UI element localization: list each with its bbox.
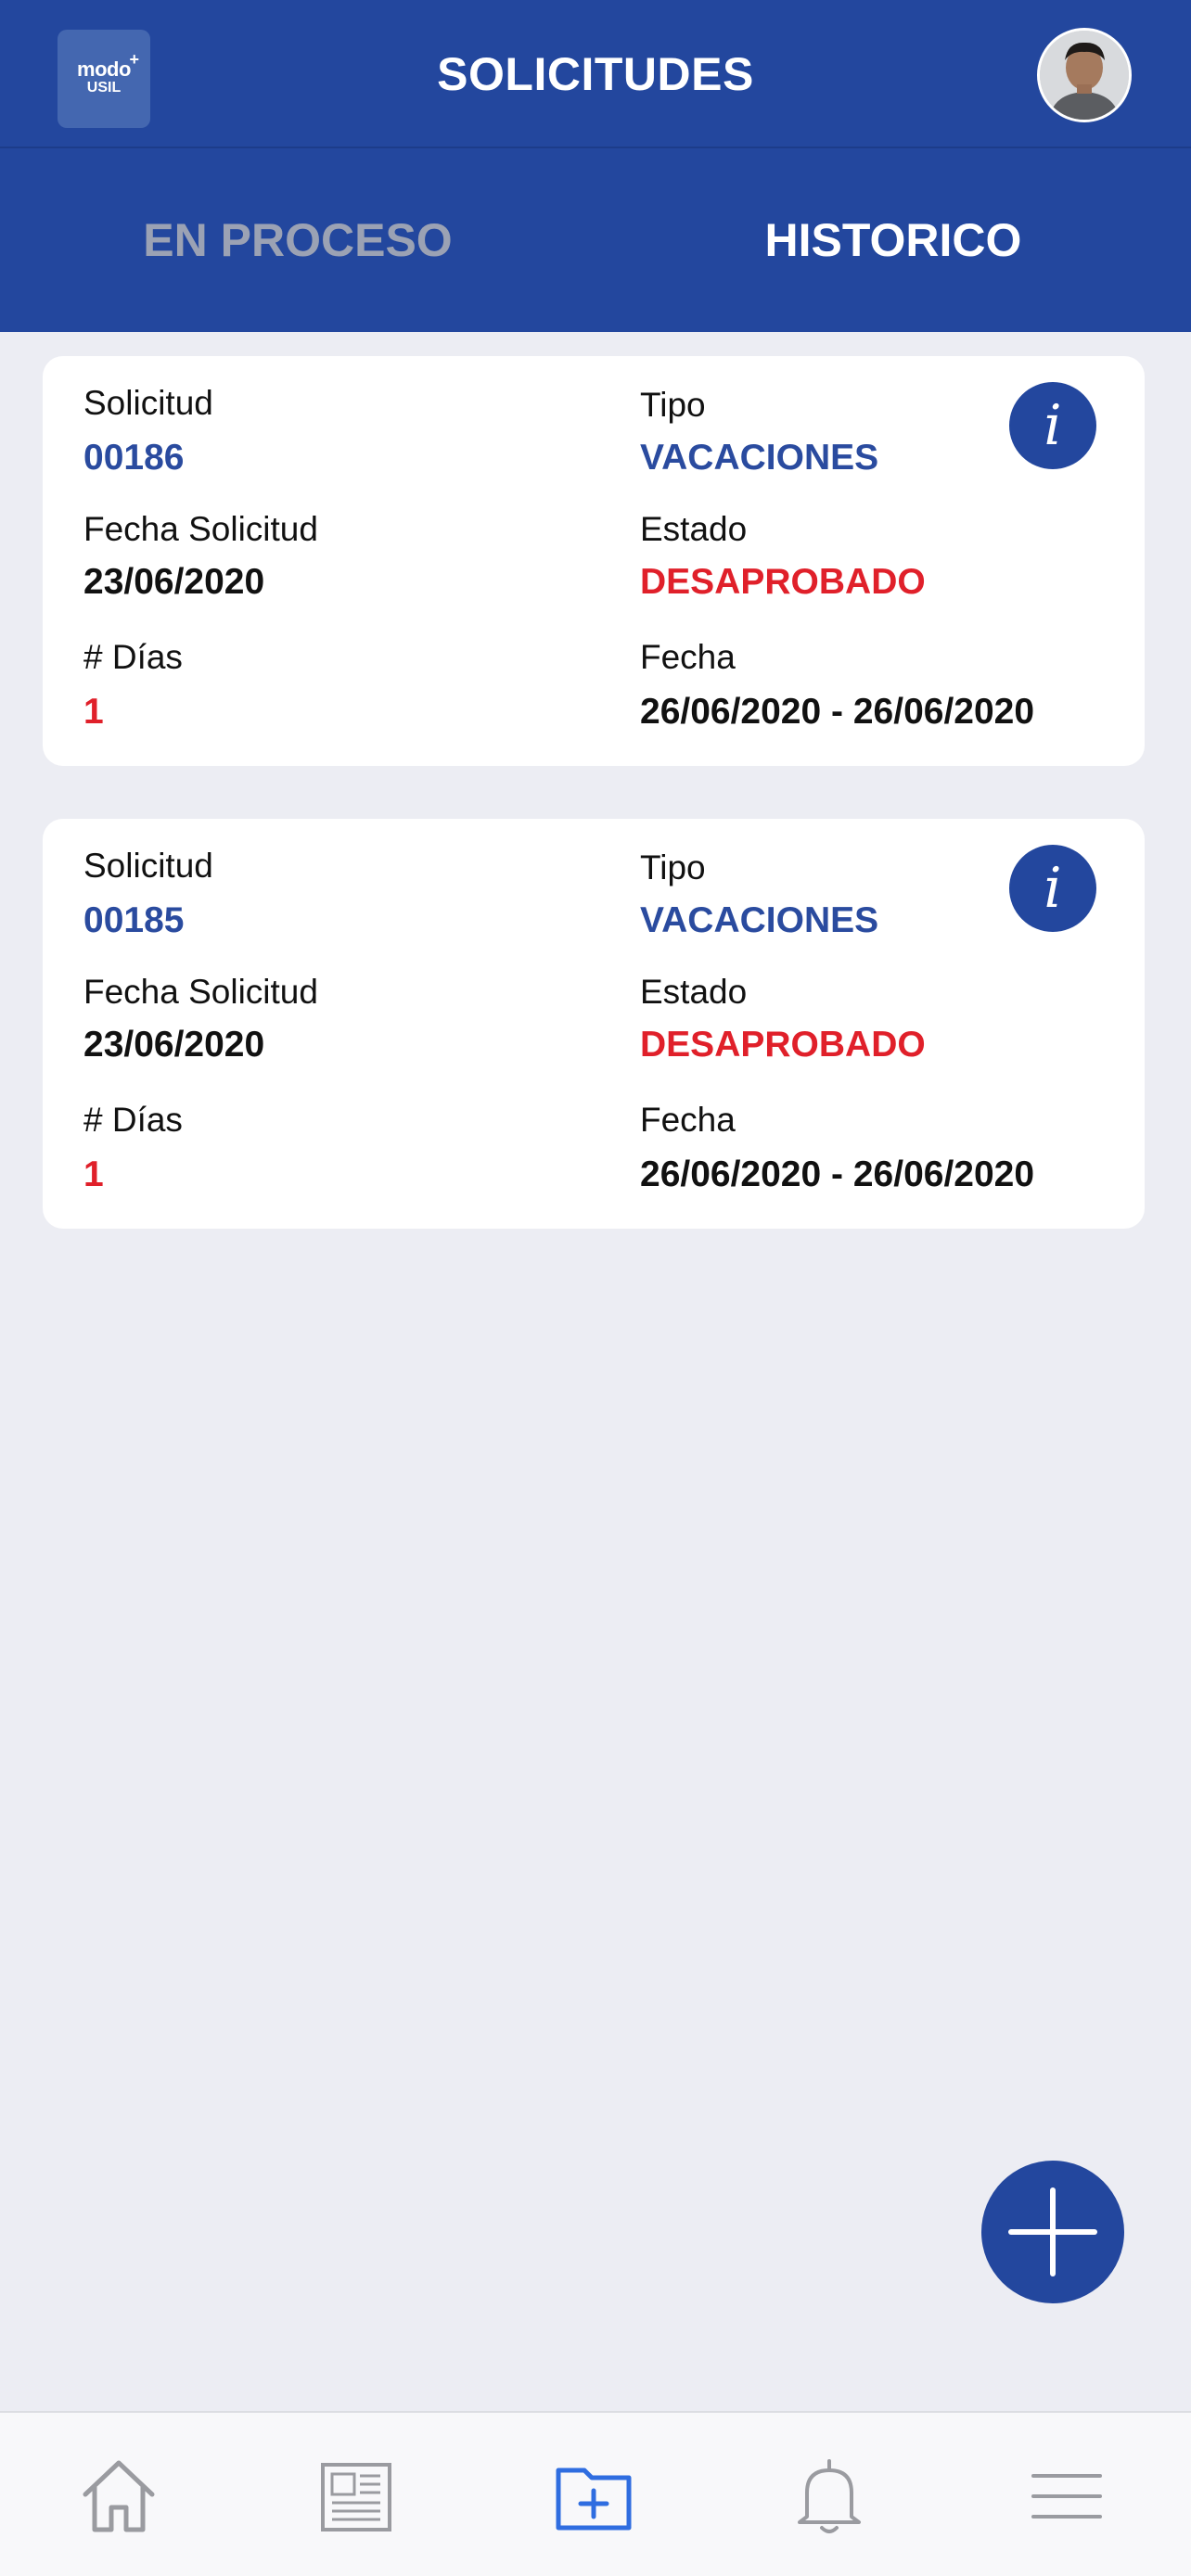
nav-requests[interactable] bbox=[547, 2450, 640, 2543]
dias-label: # Días bbox=[83, 1101, 183, 1139]
bottom-nav bbox=[0, 2411, 1191, 2576]
estado-label: Estado bbox=[640, 973, 748, 1011]
fecha-range: 26/06/2020 - 26/06/2020 bbox=[640, 692, 1035, 732]
dias-value: 1 bbox=[83, 692, 104, 732]
fecha-solicitud-label: Fecha Solicitud bbox=[83, 973, 318, 1011]
tab-historico[interactable]: HISTORICO bbox=[596, 148, 1191, 332]
solicitud-number: 00185 bbox=[83, 900, 185, 940]
estado-value: DESAPROBADO bbox=[640, 562, 926, 602]
tipo-label: Tipo bbox=[640, 386, 706, 424]
fecha-label: Fecha bbox=[640, 638, 736, 676]
top-bar: SOLICITUDES modo + USIL bbox=[0, 0, 1191, 148]
estado-value: DESAPROBADO bbox=[640, 1025, 926, 1065]
tipo-value: VACACIONES bbox=[640, 900, 879, 940]
fecha-label: Fecha bbox=[640, 1101, 736, 1139]
logo-plus: + bbox=[129, 50, 139, 69]
fecha-solicitud-value: 23/06/2020 bbox=[83, 1025, 265, 1065]
plus-icon bbox=[1008, 2187, 1097, 2276]
dias-label: # Días bbox=[83, 638, 183, 676]
nav-menu[interactable] bbox=[1020, 2450, 1113, 2543]
dias-value: 1 bbox=[83, 1154, 104, 1194]
header: SOLICITUDES modo + USIL EN PROCESO HISTO… bbox=[0, 0, 1191, 332]
user-avatar[interactable] bbox=[1037, 28, 1132, 122]
info-icon[interactable]: i bbox=[1009, 845, 1096, 932]
request-card[interactable]: Solicitud 00186 Tipo VACACIONES Fecha So… bbox=[43, 356, 1145, 766]
page-title: SOLICITUDES bbox=[437, 48, 754, 100]
fecha-solicitud-value: 23/06/2020 bbox=[83, 562, 265, 602]
add-request-button[interactable] bbox=[981, 2161, 1124, 2303]
nav-news[interactable] bbox=[310, 2450, 403, 2543]
avatar-icon bbox=[1040, 31, 1129, 120]
solicitud-label: Solicitud bbox=[83, 384, 213, 422]
info-icon[interactable]: i bbox=[1009, 382, 1096, 469]
tab-en-proceso[interactable]: EN PROCESO bbox=[0, 148, 596, 332]
menu-icon bbox=[1031, 2474, 1102, 2519]
logo-subtext: USIL bbox=[86, 80, 122, 96]
bell-icon bbox=[798, 2459, 861, 2533]
newspaper-icon bbox=[321, 2463, 391, 2531]
fecha-solicitud-label: Fecha Solicitud bbox=[83, 510, 318, 548]
estado-label: Estado bbox=[640, 510, 748, 548]
request-card[interactable]: Solicitud 00185 Tipo VACACIONES Fecha So… bbox=[43, 819, 1145, 1229]
nav-notifications[interactable] bbox=[783, 2450, 876, 2543]
tipo-value: VACACIONES bbox=[640, 438, 879, 478]
solicitud-label: Solicitud bbox=[83, 847, 213, 885]
nav-home[interactable] bbox=[72, 2450, 165, 2543]
home-icon bbox=[83, 2460, 155, 2532]
solicitud-number: 00186 bbox=[83, 438, 185, 478]
tab-bar: EN PROCESO HISTORICO bbox=[0, 148, 1191, 332]
folder-plus-icon bbox=[556, 2468, 632, 2531]
app-screen: SOLICITUDES modo + USIL EN PROCESO HISTO… bbox=[0, 0, 1191, 2576]
tipo-label: Tipo bbox=[640, 848, 706, 886]
app-logo[interactable]: modo + USIL bbox=[58, 30, 150, 128]
fecha-range: 26/06/2020 - 26/06/2020 bbox=[640, 1154, 1035, 1194]
